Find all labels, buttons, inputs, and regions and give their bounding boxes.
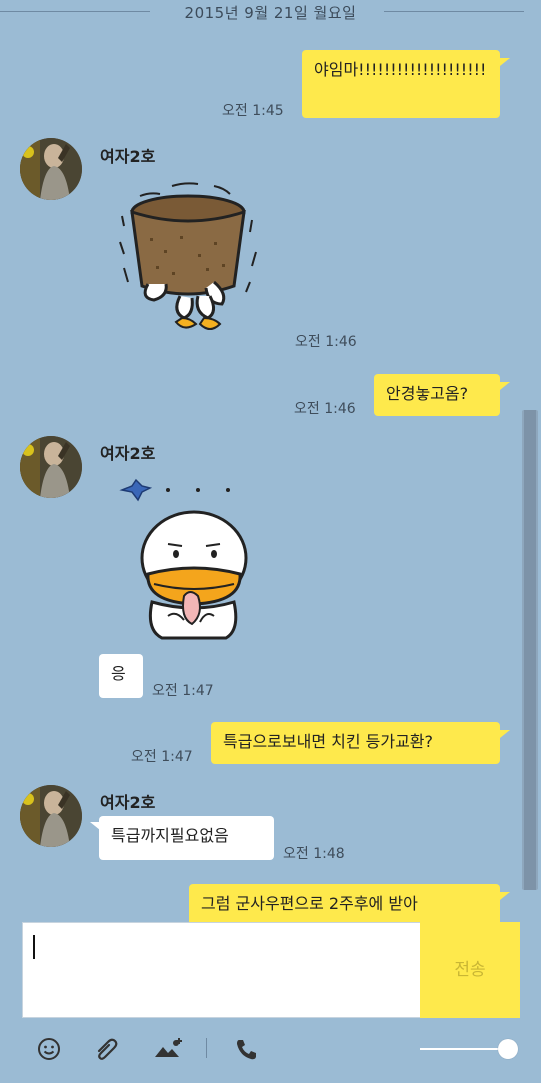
head-in-basket-sticker[interactable] <box>110 172 260 342</box>
sender-name: 여자2호 <box>100 444 156 463</box>
photo-icon[interactable] <box>154 1037 184 1061</box>
bottom-toolbar <box>0 1020 541 1083</box>
date-divider-text: 2015년 9월 21일 월요일 <box>184 4 357 22</box>
opacity-slider-knob[interactable] <box>498 1039 518 1059</box>
message-text: 안경놓고옴? <box>386 384 469 403</box>
message-time: 오전 1:46 <box>294 401 356 417</box>
call-icon[interactable] <box>234 1037 260 1061</box>
emoji-icon[interactable] <box>37 1037 63 1061</box>
message-text: 특급까지필요없음 <box>111 826 229 845</box>
message-time: 오전 1:47 <box>131 749 193 765</box>
bubble-tail <box>500 892 510 900</box>
attach-icon[interactable] <box>95 1037 121 1061</box>
message-time: 오전 1:45 <box>222 103 284 119</box>
my-message-bubble[interactable]: 안경놓고옴? <box>374 374 500 416</box>
my-message-bubble[interactable]: 특급으로보내면 치킨 등가교환? <box>211 722 500 764</box>
message-time: 오전 1:47 <box>152 683 214 699</box>
thinking-duck-sticker[interactable] <box>118 474 248 640</box>
message-time: 오전 1:48 <box>283 846 345 862</box>
sender-name: 여자2호 <box>100 147 156 166</box>
message-text: 응 <box>111 664 126 683</box>
other-message-bubble[interactable]: 특급까지필요없음 <box>99 816 274 860</box>
send-button[interactable]: 전송 <box>420 922 520 1018</box>
text-caret <box>33 935 35 959</box>
avatar[interactable] <box>20 138 82 200</box>
message-time: 오전 1:46 <box>295 334 357 350</box>
toolbar-separator <box>206 1038 207 1058</box>
avatar[interactable] <box>20 785 82 847</box>
scrollbar-thumb[interactable] <box>524 410 536 890</box>
avatar[interactable] <box>20 436 82 498</box>
divider-line-right <box>384 11 524 12</box>
opacity-slider-track[interactable] <box>420 1048 508 1050</box>
date-divider: 2015년 9월 21일 월요일 <box>0 0 541 24</box>
other-message-bubble[interactable]: 응 <box>99 654 143 698</box>
my-message-bubble[interactable]: 야임마!!!!!!!!!!!!!!!!!!!! <box>302 50 500 118</box>
message-text: 그럼 군사우편으로 2주후에 받아 <box>201 894 418 913</box>
sender-name: 여자2호 <box>100 793 156 812</box>
message-text: 야임마!!!!!!!!!!!!!!!!!!!! <box>314 60 487 79</box>
message-text: 특급으로보내면 치킨 등가교환? <box>223 732 434 751</box>
bubble-tail <box>500 382 510 390</box>
bubble-tail <box>500 730 510 738</box>
my-message-bubble[interactable]: 그럼 군사우편으로 2주후에 받아 <box>189 884 500 926</box>
bubble-tail <box>500 58 510 66</box>
